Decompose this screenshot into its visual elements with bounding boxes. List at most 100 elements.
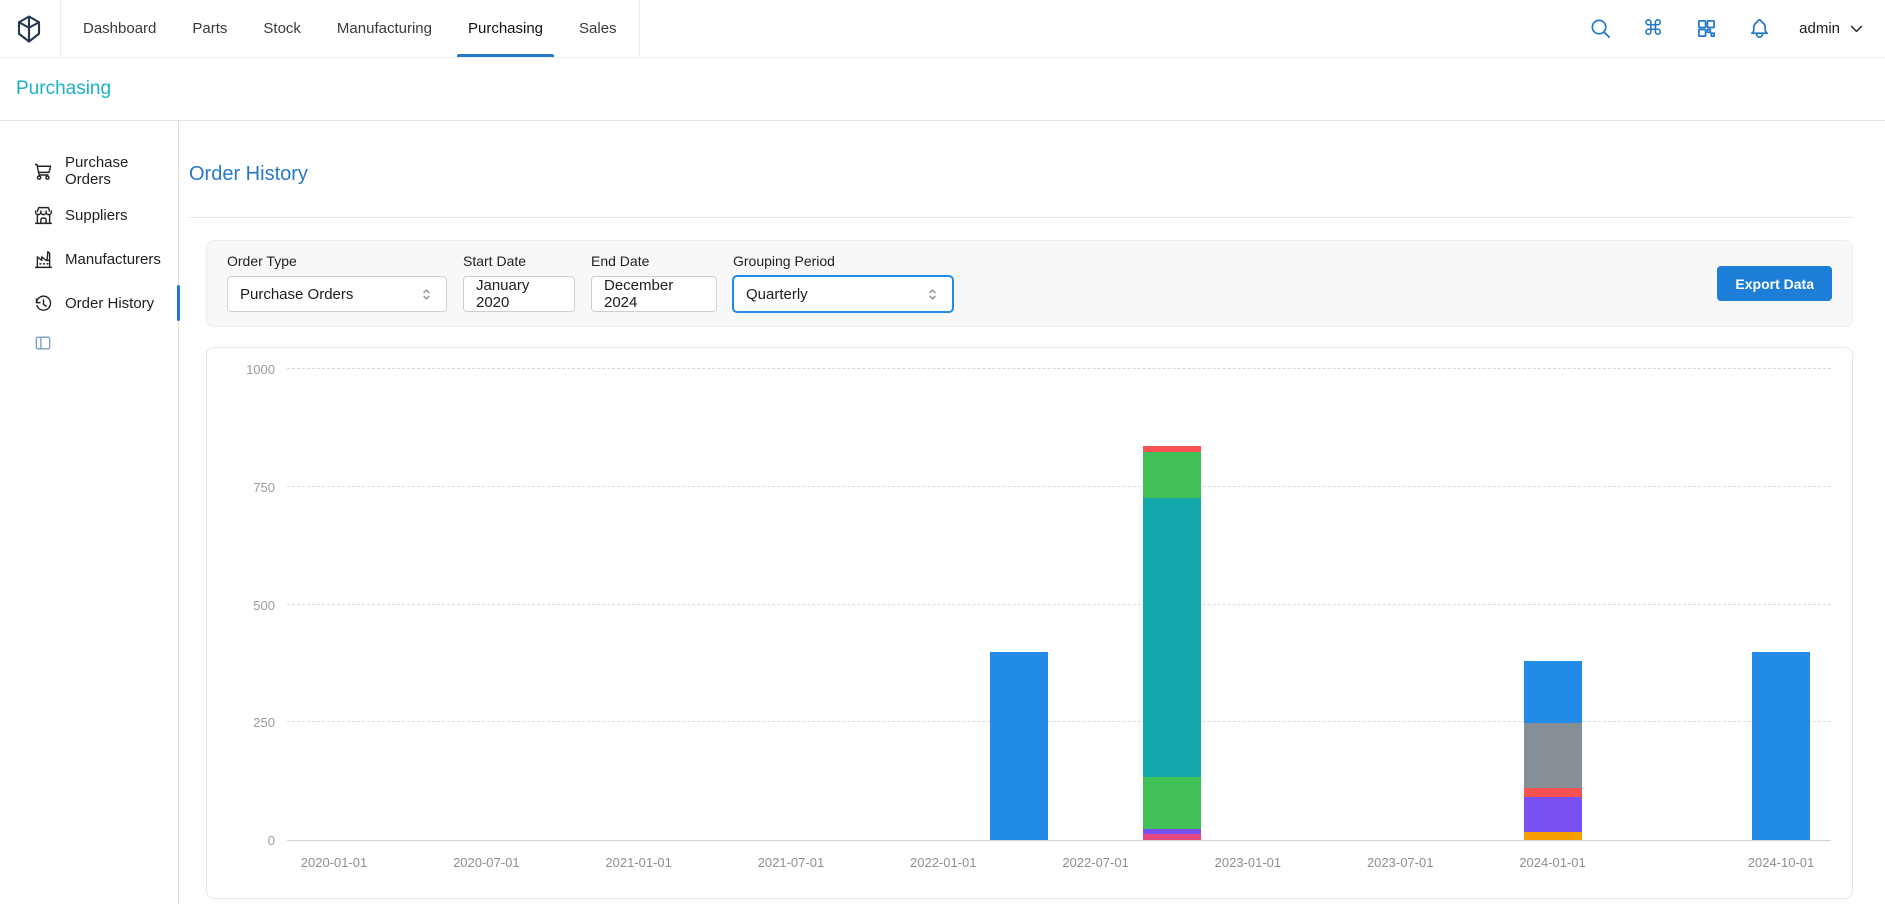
chart-xlabels: 2020-01-012020-07-012021-01-012021-07-01… xyxy=(287,847,1831,877)
bar-segment xyxy=(1524,723,1582,788)
x-axis-label: 2024-01-01 xyxy=(1493,855,1613,870)
scan-grid-icon[interactable] xyxy=(1693,16,1719,42)
sidebar-item-label: Manufacturers xyxy=(65,251,161,268)
end-date-label: End Date xyxy=(591,253,717,269)
chart-plot xyxy=(287,368,1831,841)
y-axis-label: 250 xyxy=(207,714,275,732)
building-store-icon xyxy=(33,205,54,226)
chart-ylabels: 02505007501000 xyxy=(207,368,275,841)
x-axis-label: 2021-01-01 xyxy=(579,855,699,870)
app-logo[interactable] xyxy=(14,0,44,57)
tab-label: Sales xyxy=(579,20,617,37)
tab-label: Manufacturing xyxy=(337,20,432,37)
chart-gridline xyxy=(287,604,1831,605)
tab-dashboard[interactable]: Dashboard xyxy=(65,0,174,57)
chart-bar[interactable] xyxy=(990,652,1048,840)
tab-label: Dashboard xyxy=(83,20,156,37)
y-axis-label: 0 xyxy=(207,832,275,850)
x-axis-label: 2021-07-01 xyxy=(731,855,851,870)
order-history-chart-card: 0 250 500 750 1000 2020-01-01 2020-07-01 2021-… xyxy=(206,347,1853,899)
chevron-down-icon xyxy=(1848,20,1865,37)
tab-label: Stock xyxy=(263,20,301,37)
chart-bar[interactable] xyxy=(1752,652,1810,840)
y-axis-label: 1000 xyxy=(207,361,275,379)
history-clock-icon xyxy=(33,293,54,314)
order-type-select[interactable]: Purchase Orders xyxy=(227,276,447,312)
chart-bar[interactable] xyxy=(1143,446,1201,840)
notifications-bell-icon[interactable] xyxy=(1746,16,1772,42)
order-type-value: Purchase Orders xyxy=(240,286,353,303)
grouping-period-label: Grouping Period xyxy=(733,253,953,269)
bar-segment xyxy=(1143,452,1201,497)
command-palette-icon[interactable]: ⌘ xyxy=(1640,16,1666,42)
sidebar-item-suppliers[interactable]: Suppliers xyxy=(0,193,178,237)
end-date-input[interactable]: December 2024 xyxy=(591,276,717,312)
search-icon[interactable] xyxy=(1587,16,1613,42)
bar-segment xyxy=(1524,788,1582,796)
filter-card: Order Type Purchase Orders Start Date Ja… xyxy=(206,240,1853,327)
field-grouping-period: Grouping Period Quarterly xyxy=(733,253,953,312)
page-title: Purchasing xyxy=(16,78,111,100)
chart-gridline xyxy=(287,486,1831,487)
sidebar-item-manufacturers[interactable]: Manufacturers xyxy=(0,237,178,281)
grouping-period-value: Quarterly xyxy=(746,286,808,303)
tab-sales[interactable]: Sales xyxy=(561,0,635,57)
order-type-label: Order Type xyxy=(227,253,447,269)
selector-chevrons-icon xyxy=(419,287,434,302)
tab-label: Parts xyxy=(192,20,227,37)
navbar-actions: ⌘ admin xyxy=(1587,0,1865,57)
command-glyph: ⌘ xyxy=(1643,18,1664,39)
bar-segment xyxy=(1143,834,1201,840)
app-logo-icon xyxy=(14,14,44,44)
sidebar: Purchase Orders Suppliers Manufacturers xyxy=(0,121,179,905)
shopping-cart-icon xyxy=(33,161,54,182)
bar-segment xyxy=(1524,797,1582,832)
sidebar-item-label: Order History xyxy=(65,295,154,312)
panel-divider xyxy=(189,217,1853,218)
main-nav-tabs: Dashboard Parts Stock Manufacturing Purc… xyxy=(60,0,640,57)
selector-chevrons-icon xyxy=(925,287,940,302)
start-date-input[interactable]: January 2020 xyxy=(463,276,575,312)
field-order-type: Order Type Purchase Orders xyxy=(227,253,447,312)
grouping-period-select[interactable]: Quarterly xyxy=(733,276,953,312)
y-axis-label: 750 xyxy=(207,479,275,497)
export-data-button[interactable]: Export Data xyxy=(1717,266,1832,301)
x-axis-label: 2020-07-01 xyxy=(426,855,546,870)
bar-segment xyxy=(1752,652,1810,840)
tab-manufacturing[interactable]: Manufacturing xyxy=(319,0,450,57)
building-factory-icon xyxy=(33,249,54,270)
chart-gridline xyxy=(287,721,1831,722)
bar-segment xyxy=(990,652,1048,840)
x-axis-label: 2023-01-01 xyxy=(1188,855,1308,870)
tab-label: Purchasing xyxy=(468,20,543,37)
sidebar-collapse-row xyxy=(0,333,178,358)
start-date-label: Start Date xyxy=(463,253,575,269)
end-date-value: December 2024 xyxy=(604,277,704,311)
tab-parts[interactable]: Parts xyxy=(174,0,245,57)
x-axis-label: 2024-10-01 xyxy=(1721,855,1841,870)
active-tab-underline xyxy=(457,54,554,57)
sidebar-item-order-history[interactable]: Order History xyxy=(0,281,178,325)
panel-title: Order History xyxy=(189,163,1853,186)
top-navbar: Dashboard Parts Stock Manufacturing Purc… xyxy=(0,0,1885,58)
tab-purchasing[interactable]: Purchasing xyxy=(450,0,561,57)
user-menu[interactable]: admin xyxy=(1799,20,1865,37)
chart-bar[interactable] xyxy=(1524,661,1582,840)
field-start-date: Start Date January 2020 xyxy=(463,253,575,312)
bar-segment xyxy=(1143,777,1201,829)
layout-sidebar-collapse-icon[interactable] xyxy=(33,333,53,353)
field-end-date: End Date December 2024 xyxy=(591,253,717,312)
sidebar-item-purchase-orders[interactable]: Purchase Orders xyxy=(0,149,178,193)
bar-segment xyxy=(1524,832,1582,840)
active-item-indicator xyxy=(177,285,180,321)
x-axis-label: 2022-01-01 xyxy=(883,855,1003,870)
x-axis-label: 2020-01-01 xyxy=(274,855,394,870)
user-name: admin xyxy=(1799,20,1840,37)
bar-segment xyxy=(1143,498,1201,778)
tab-stock[interactable]: Stock xyxy=(245,0,319,57)
x-axis-label: 2023-07-01 xyxy=(1340,855,1460,870)
page-header: Purchasing xyxy=(0,58,1885,121)
y-axis-label: 500 xyxy=(207,597,275,615)
sidebar-item-label: Suppliers xyxy=(65,207,128,224)
bar-segment xyxy=(1524,661,1582,723)
